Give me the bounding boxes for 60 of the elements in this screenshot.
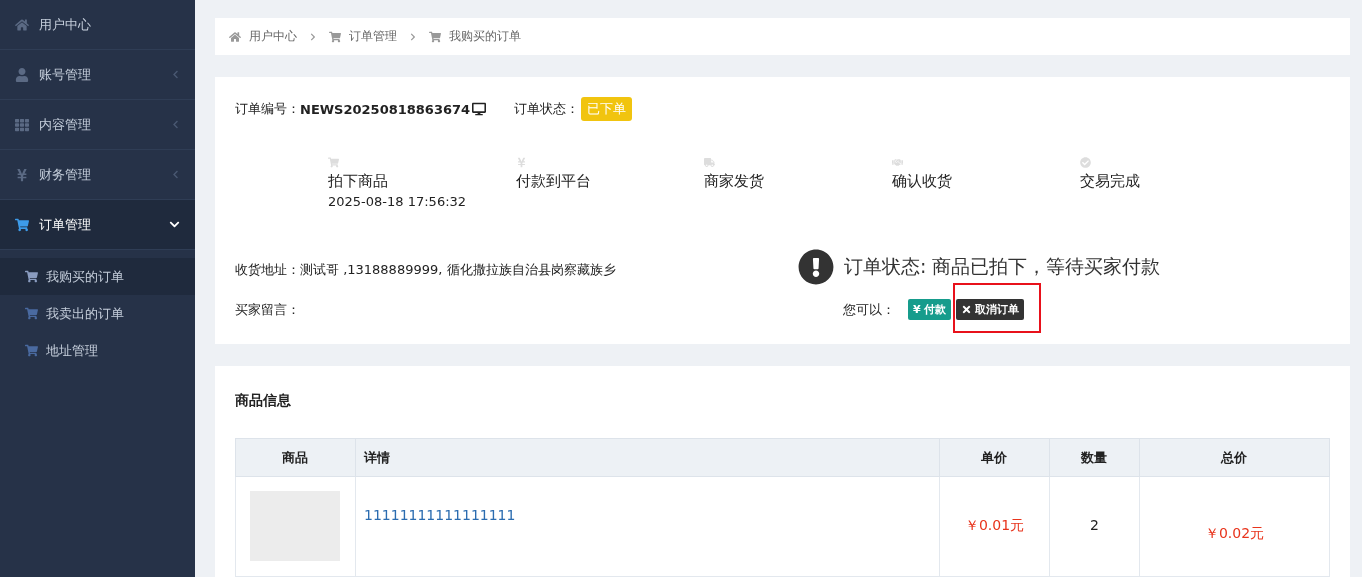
cart-icon [429, 30, 441, 43]
cart-icon [329, 30, 341, 43]
sidebar-item[interactable]: 订单管理 [0, 200, 195, 250]
submenu-item[interactable]: 我卖出的订单 [0, 295, 195, 332]
chevron-left-icon [171, 170, 180, 179]
step-label: 确认收货 [892, 172, 953, 191]
user-icon [15, 67, 29, 82]
breadcrumb-link[interactable]: 我购买的订单 [449, 28, 521, 45]
chevron-right-icon [409, 32, 417, 41]
step-label: 交易完成 [1080, 172, 1141, 191]
section-title: 商品信息 [235, 392, 292, 410]
address-label: 收货地址： [235, 261, 300, 279]
close-icon [960, 304, 972, 315]
cart-icon [328, 157, 339, 168]
handshake-icon [892, 157, 903, 168]
breadcrumb-link[interactable]: 用户中心 [249, 28, 297, 45]
chevron-right-icon [309, 32, 317, 41]
order-status-label: 订单状态： [514, 100, 580, 118]
step-time: 2025-08-18 17:56:32 [328, 194, 468, 209]
column-header: 数量 [1049, 438, 1140, 477]
exclamation-icon [798, 249, 834, 285]
yen-icon [516, 157, 527, 168]
product-link[interactable]: 11111111111111111 [364, 507, 516, 523]
column-header: 商品 [235, 438, 356, 477]
status-badge: 已下单 [581, 97, 633, 121]
sidebar-item[interactable]: 账号管理 [0, 50, 195, 100]
cart-icon [25, 270, 38, 283]
home-icon [15, 17, 29, 32]
status-notice: 订单状态: 商品已拍下，等待买家付款 [844, 254, 1161, 279]
chevron-down-icon [169, 219, 180, 230]
unit-price: ￥0.01元 [964, 517, 1025, 533]
column-header: 详情 [355, 438, 940, 477]
step-label: 拍下商品 [328, 172, 389, 191]
step-label: 商家发货 [704, 172, 765, 191]
quantity: 2 [1090, 517, 1099, 533]
monitor-icon [472, 102, 487, 116]
truck-icon [704, 157, 715, 168]
cart-icon [25, 307, 38, 320]
cart-icon [15, 217, 29, 232]
order-number: NEWS20250818863674 [300, 101, 471, 117]
step-label: 付款到平台 [516, 172, 592, 191]
address-value: 测试哥 ,13188889999, 循化撒拉族自治县岗察藏族乡 [300, 261, 616, 279]
submenu-item[interactable]: 地址管理 [0, 332, 195, 369]
cart-icon [25, 344, 38, 357]
sidebar-item[interactable]: 内容管理 [0, 100, 195, 150]
submenu-item[interactable]: 我购买的订单 [0, 258, 195, 295]
cancel-button[interactable]: 取消订单 [955, 299, 1024, 320]
breadcrumb-link[interactable]: 订单管理 [349, 28, 397, 45]
chevron-left-icon [171, 120, 180, 129]
actions-label: 您可以： [843, 300, 895, 319]
yen-icon [15, 167, 29, 182]
chevron-left-icon [171, 70, 180, 79]
order-number-label: 订单编号： [235, 100, 300, 118]
grid-icon [15, 117, 29, 132]
home-icon [229, 30, 241, 43]
column-header: 总价 [1139, 438, 1330, 477]
column-header: 单价 [939, 438, 1050, 477]
total-price: ￥0.02元 [1204, 525, 1265, 541]
sidebar-item[interactable]: 用户中心 [0, 0, 195, 50]
message-label: 买家留言： [235, 301, 300, 319]
